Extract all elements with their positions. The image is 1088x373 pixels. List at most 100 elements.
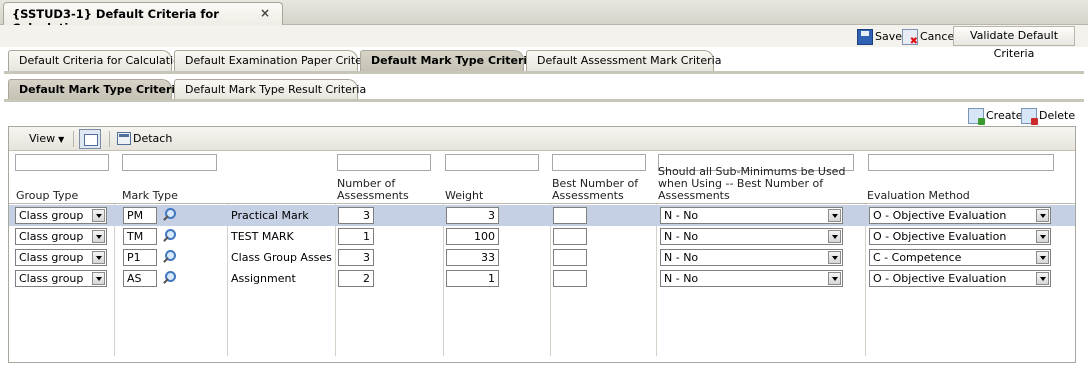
number-of-assessments-input[interactable]: 1 <box>338 228 374 245</box>
view-menu[interactable]: View ▼ <box>29 132 64 145</box>
filter-number-of-assessments[interactable] <box>337 154 431 171</box>
evaluation-method-value: C - Competence <box>873 251 962 264</box>
mark-type-input[interactable]: TM <box>123 228 157 245</box>
dropdown-arrow-icon[interactable] <box>828 251 841 264</box>
search-icon[interactable] <box>162 229 176 243</box>
sub-minimums-value: N - No <box>664 209 699 222</box>
search-icon[interactable] <box>162 250 176 264</box>
dropdown-arrow-icon[interactable] <box>92 272 105 285</box>
create-label: Create <box>986 109 1023 122</box>
group-type-select[interactable]: Class group <box>15 249 107 266</box>
window-tab[interactable]: {SSTUD3-1} Default Criteria for Calculat… <box>3 2 283 35</box>
header-evaluation-method[interactable]: Evaluation Method <box>864 176 1064 204</box>
best-number-input[interactable] <box>553 249 587 266</box>
tab-default-examination-paper-criteria[interactable]: Default Examination Paper Criteria <box>174 50 376 72</box>
sub-minimums-select[interactable]: N - No <box>660 228 843 245</box>
sub-minimums-select[interactable]: N - No <box>660 249 843 266</box>
save-label: Save <box>875 30 903 43</box>
dropdown-arrow-icon[interactable] <box>92 251 105 264</box>
group-type-value: Class group <box>19 272 84 285</box>
header-best-number[interactable]: Best Number of Assessments <box>549 176 649 204</box>
dropdown-arrow-icon[interactable] <box>92 209 105 222</box>
filter-weight[interactable] <box>445 154 539 171</box>
dropdown-arrow-icon[interactable] <box>1036 272 1049 285</box>
number-of-assessments-input[interactable]: 2 <box>338 270 374 287</box>
table-row[interactable]: Class group AS Assignment 2 1 N - No O -… <box>9 268 1075 289</box>
group-type-value: Class group <box>19 209 84 222</box>
dropdown-arrow-icon[interactable] <box>1036 230 1049 243</box>
tab-default-assessment-mark-criteria[interactable]: Default Assessment Mark Criteria <box>526 50 721 72</box>
header-mark-type[interactable]: Mark Type <box>119 176 227 204</box>
table-row[interactable]: Class group PM Practical Mark 3 3 N - No… <box>9 205 1075 226</box>
number-of-assessments-input[interactable]: 3 <box>338 207 374 224</box>
mark-type-description: Class Group Asses... <box>231 251 333 264</box>
main-toolbar: Save Cancel Validate Default Criteria <box>0 25 1088 60</box>
best-number-input[interactable] <box>553 270 587 287</box>
save-icon <box>857 28 873 45</box>
table-row[interactable]: Class group P1 Class Group Asses... 3 33… <box>9 247 1075 268</box>
search-icon[interactable] <box>162 208 176 222</box>
mark-type-description: Practical Mark <box>231 209 309 222</box>
save-button[interactable]: Save <box>857 27 902 46</box>
number-of-assessments-input[interactable]: 3 <box>338 249 374 266</box>
detach-button[interactable]: Detach <box>117 132 172 145</box>
close-icon[interactable]: × <box>260 6 270 20</box>
detach-icon <box>117 132 131 145</box>
evaluation-method-select[interactable]: C - Competence <box>869 249 1051 266</box>
group-type-select[interactable]: Class group <box>15 270 107 287</box>
dropdown-arrow-icon[interactable] <box>828 230 841 243</box>
table-row[interactable]: Class group TM TEST MARK 1 100 N - No O … <box>9 226 1075 247</box>
filter-mark-type[interactable] <box>122 154 217 171</box>
best-number-input[interactable] <box>553 207 587 224</box>
best-number-input[interactable] <box>553 228 587 245</box>
header-description[interactable] <box>229 176 335 204</box>
tab-default-criteria-for-calculation[interactable]: Default Criteria for Calculation <box>8 50 187 72</box>
dropdown-arrow-icon[interactable] <box>828 209 841 222</box>
sub-tab-underline <box>4 99 1084 102</box>
evaluation-method-select[interactable]: O - Objective Evaluation <box>869 207 1051 224</box>
create-button[interactable]: Create <box>968 106 1023 125</box>
validate-default-criteria-button[interactable]: Validate Default Criteria <box>953 26 1075 60</box>
header-sub-minimums[interactable]: Should all Sub-Minimums be Used when Usi… <box>655 166 860 204</box>
dropdown-arrow-icon[interactable] <box>828 272 841 285</box>
mark-type-input[interactable]: AS <box>123 270 157 287</box>
panel-toolbar: View ▼ Detach <box>9 127 1075 151</box>
dropdown-arrow-icon[interactable] <box>1036 209 1049 222</box>
dropdown-arrow-icon[interactable] <box>92 230 105 243</box>
window-tab-bar: {SSTUD3-1} Default Criteria for Calculat… <box>0 0 1088 35</box>
sub-minimums-value: N - No <box>664 251 699 264</box>
subtab-default-mark-type-result-criteria[interactable]: Default Mark Type Result Criteria <box>174 79 366 101</box>
filter-best-number[interactable] <box>552 154 646 171</box>
group-type-value: Class group <box>19 230 84 243</box>
group-type-value: Class group <box>19 251 84 264</box>
filter-evaluation-method[interactable] <box>868 154 1054 171</box>
group-type-select[interactable]: Class group <box>15 228 107 245</box>
main-tab-bar: Default Criteria for Calculation Default… <box>0 50 1088 72</box>
weight-input[interactable]: 1 <box>446 270 499 287</box>
query-by-example-button[interactable] <box>79 129 101 149</box>
header-number-of-assessments[interactable]: Number of Assessments <box>334 176 438 204</box>
evaluation-method-select[interactable]: O - Objective Evaluation <box>869 270 1051 287</box>
delete-button[interactable]: Delete <box>1021 106 1075 125</box>
table-header: Group Type Mark Type Number of Assessmen… <box>9 166 1075 204</box>
toolbar-separator <box>73 131 74 147</box>
cancel-label: Cancel <box>920 30 958 43</box>
search-icon[interactable] <box>162 271 176 285</box>
sub-minimums-select[interactable]: N - No <box>660 270 843 287</box>
mark-type-input[interactable]: P1 <box>123 249 157 266</box>
header-group-type[interactable]: Group Type <box>13 176 113 204</box>
delete-icon <box>1021 107 1038 125</box>
filter-group-type[interactable] <box>15 154 109 171</box>
subtab-default-mark-type-criteria[interactable]: Default Mark Type Criteria <box>8 79 183 101</box>
evaluation-method-select[interactable]: O - Objective Evaluation <box>869 228 1051 245</box>
weight-input[interactable]: 3 <box>446 207 499 224</box>
weight-input[interactable]: 33 <box>446 249 499 266</box>
weight-input[interactable]: 100 <box>446 228 499 245</box>
header-weight[interactable]: Weight <box>442 176 546 204</box>
sub-minimums-select[interactable]: N - No <box>660 207 843 224</box>
mark-type-input[interactable]: PM <box>123 207 157 224</box>
group-type-select[interactable]: Class group <box>15 207 107 224</box>
dropdown-arrow-icon[interactable] <box>1036 251 1049 264</box>
cancel-button[interactable]: Cancel <box>902 27 958 47</box>
tab-default-mark-type-criteria[interactable]: Default Mark Type Criteria <box>360 50 535 72</box>
